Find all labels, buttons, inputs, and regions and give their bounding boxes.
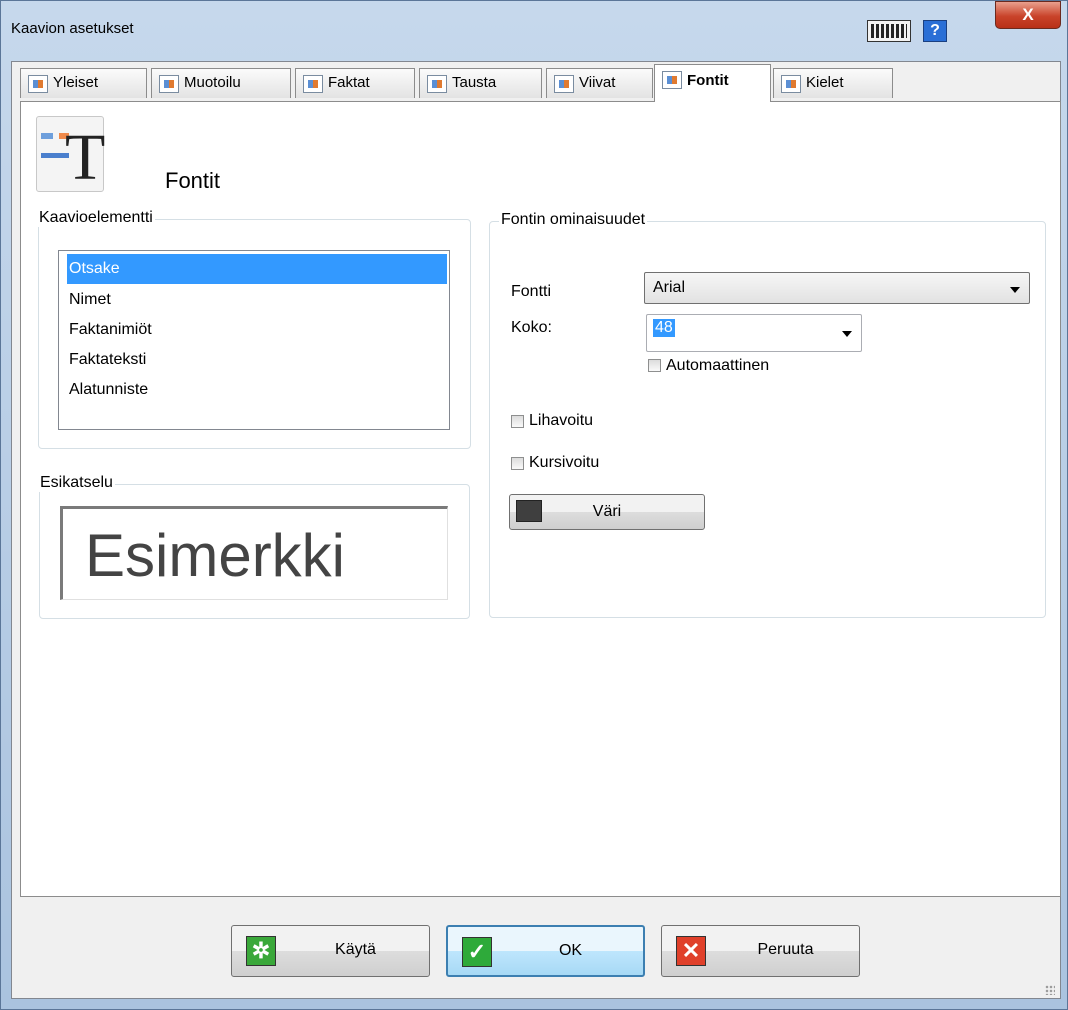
font-preview: Esimerkki — [60, 506, 448, 600]
bold-label: Lihavoitu — [529, 412, 594, 429]
chevron-down-icon[interactable] — [842, 331, 852, 337]
close-button[interactable]: X — [995, 1, 1061, 29]
preview-sample-text: Esimerkki — [85, 522, 346, 589]
list-item[interactable]: Faktateksti — [69, 345, 146, 375]
tab-facts[interactable]: Faktat — [295, 68, 415, 98]
list-item[interactable]: Nimet — [69, 285, 111, 315]
ok-button[interactable]: ✓ OK — [446, 925, 645, 977]
page-title: Fontit — [165, 168, 221, 193]
tab-label: Kielet — [806, 74, 844, 91]
size-combo[interactable]: 48 — [646, 314, 862, 352]
italic-label: Kursivoitu — [529, 454, 600, 471]
languages-tab-icon — [781, 75, 801, 93]
apply-button[interactable]: ✲ Käytä — [231, 925, 430, 977]
tab-strip: Yleiset Muotoilu Faktat Tausta Viivat Fo… — [20, 64, 1061, 102]
color-button[interactable]: Väri — [509, 494, 705, 530]
tab-languages[interactable]: Kielet — [773, 68, 893, 98]
tab-fonts[interactable]: Fontit — [654, 64, 771, 102]
help-button[interactable]: ? — [923, 20, 947, 42]
tab-label: Fontit — [687, 72, 729, 89]
apply-button-label: Käytä — [335, 941, 376, 958]
tab-background[interactable]: Tausta — [419, 68, 542, 98]
font-select-value: Arial — [653, 279, 686, 296]
list-item[interactable]: Otsake — [67, 254, 447, 284]
list-item[interactable]: Faktanimiöt — [69, 315, 152, 345]
dialog-window: Kaavion asetukset ? X Yleiset Muotoilu F… — [0, 0, 1068, 1010]
facts-tab-icon — [303, 75, 323, 93]
automatic-size-label: Automaattinen — [666, 357, 770, 374]
title-bar[interactable]: Kaavion asetukset ? X — [1, 1, 1067, 59]
list-item[interactable]: Alatunniste — [69, 375, 148, 405]
element-group-label: Kaavioelementti — [37, 209, 155, 227]
size-value[interactable]: 48 — [653, 319, 675, 337]
tab-lines[interactable]: Viivat — [546, 68, 653, 98]
color-button-label: Väri — [592, 503, 622, 520]
tab-general[interactable]: Yleiset — [20, 68, 147, 98]
apply-icon: ✲ — [246, 936, 276, 966]
cancel-x-icon: ✕ — [676, 936, 706, 966]
resize-grip-icon[interactable] — [1045, 985, 1055, 995]
cancel-button-label: Peruuta — [757, 941, 814, 958]
font-select[interactable]: Arial — [644, 272, 1030, 304]
chevron-down-icon[interactable] — [1010, 287, 1020, 293]
tab-label: Viivat — [579, 74, 616, 91]
automatic-size-checkbox[interactable] — [648, 359, 661, 372]
keyboard-icon[interactable] — [867, 20, 911, 42]
italic-checkbox[interactable] — [511, 457, 524, 470]
window-title: Kaavion asetukset — [11, 20, 134, 37]
checkmark-icon: ✓ — [462, 937, 492, 967]
size-label: Koko: — [511, 319, 552, 336]
format-tab-icon — [159, 75, 179, 93]
font-properties-group-label: Fontin ominaisuudet — [499, 211, 648, 229]
element-listbox[interactable]: Otsake Nimet Faktanimiöt Faktateksti Ala… — [58, 250, 450, 430]
tab-label: Muotoilu — [184, 74, 241, 91]
lines-tab-icon — [554, 75, 574, 93]
font-label: Fontti — [511, 283, 552, 300]
cancel-button[interactable]: ✕ Peruuta — [661, 925, 860, 977]
preview-group-label: Esikatselu — [38, 474, 115, 492]
general-tab-icon — [28, 75, 48, 93]
tab-label: Faktat — [328, 74, 370, 91]
fonts-tab-icon — [662, 71, 682, 89]
bold-checkbox[interactable] — [511, 415, 524, 428]
tab-label: Tausta — [452, 74, 497, 91]
ok-button-label: OK — [558, 942, 583, 959]
fonts-icon: T — [36, 116, 105, 192]
tab-label: Yleiset — [53, 74, 99, 91]
background-tab-icon — [427, 75, 447, 93]
tab-format[interactable]: Muotoilu — [151, 68, 291, 98]
